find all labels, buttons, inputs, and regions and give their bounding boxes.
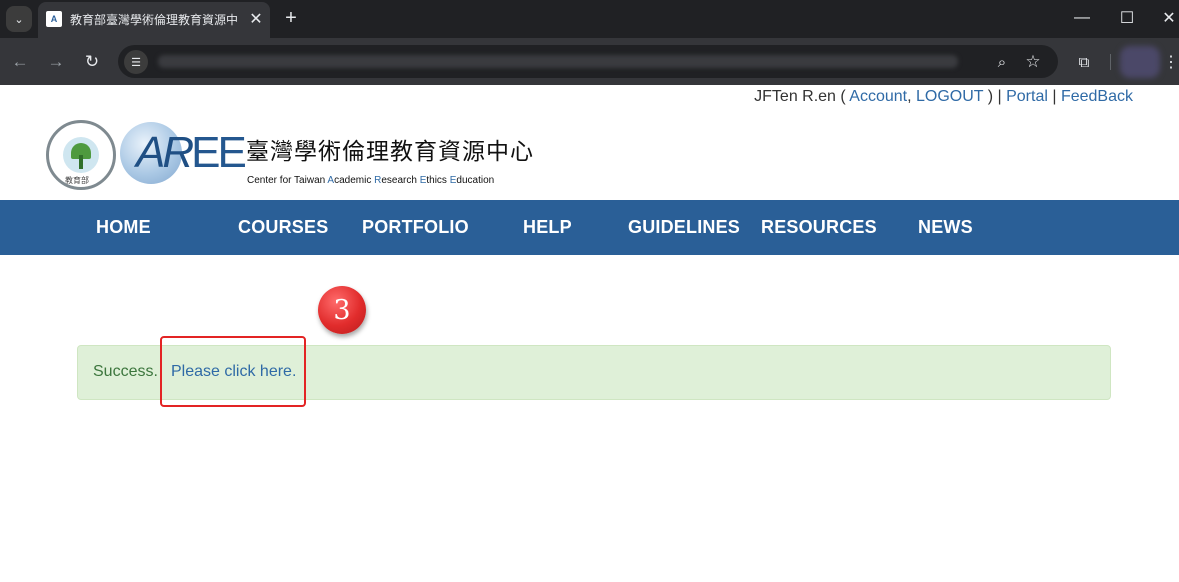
account-link[interactable]: Account (849, 88, 907, 105)
feedback-link[interactable]: FeedBack (1061, 88, 1133, 105)
tab-search-button[interactable]: ⌄ (6, 6, 32, 32)
browser-menu-icon[interactable]: ⋮ (1163, 50, 1179, 74)
new-tab-button[interactable]: + (280, 6, 302, 30)
url-text-blurred (158, 55, 958, 68)
close-tab-icon[interactable]: ✕ (246, 9, 266, 29)
nav-resources[interactable]: RESOURCES (761, 200, 877, 255)
user-links-bar: JFTen R.en ( Account, LOGOUT ) | Portal … (754, 88, 1133, 105)
favicon-icon: A (46, 11, 62, 27)
back-button[interactable]: ← (8, 50, 32, 74)
site-name-english: Center for Taiwan Academic Research Ethi… (247, 175, 495, 186)
site-info-icon[interactable]: ☰ (124, 50, 148, 74)
nav-courses[interactable]: COURSES (238, 200, 328, 255)
logout-link[interactable]: LOGOUT (916, 88, 983, 105)
ministry-of-education-seal-icon: 教育部 (46, 120, 116, 190)
main-navbar: HOME COURSES PORTFOLIO HELP GUIDELINES R… (0, 200, 1179, 255)
success-message: Success. (93, 363, 158, 380)
site-logo[interactable]: 教育部 AREE 臺灣學術倫理教育資源中心 Center for Taiwan … (46, 118, 533, 192)
extensions-icon[interactable]: ⧉ (1072, 50, 1096, 74)
username-text: JFTen R.en (754, 88, 836, 105)
minimize-button[interactable]: — (1068, 6, 1096, 30)
window-close-button[interactable]: ✕ (1159, 6, 1179, 30)
address-bar[interactable]: ☰ ⌕ ☆ (118, 45, 1058, 78)
maximize-button[interactable]: ☐ (1113, 6, 1141, 30)
nav-help[interactable]: HELP (523, 200, 572, 255)
browser-tab-bar: ⌄ A 教育部臺灣學術倫理教育資源中心 ✕ + — ☐ ✕ (0, 0, 1179, 38)
portal-link[interactable]: Portal (1006, 88, 1048, 105)
toolbar-divider (1110, 54, 1111, 70)
nav-portfolio[interactable]: PORTFOLIO (362, 200, 469, 255)
site-name-chinese: 臺灣學術倫理教育資源中心 (246, 139, 534, 165)
tab-title: 教育部臺灣學術倫理教育資源中心 (70, 13, 238, 27)
annotation-highlight-box (160, 336, 306, 407)
step-number-badge: 3 (318, 286, 366, 334)
nav-guidelines[interactable]: GUIDELINES (628, 200, 740, 255)
web-page: JFTen R.en ( Account, LOGOUT ) | Portal … (0, 85, 1179, 582)
reload-button[interactable]: ↻ (80, 50, 104, 74)
nav-home[interactable]: HOME (96, 200, 151, 255)
browser-toolbar: ← → ↻ ☰ ⌕ ☆ ⧉ ⋮ (0, 38, 1179, 85)
profile-avatar[interactable] (1120, 46, 1160, 78)
browser-tab[interactable]: A 教育部臺灣學術倫理教育資源中心 ✕ (38, 2, 270, 38)
forward-button[interactable]: → (44, 50, 68, 74)
bookmark-star-icon[interactable]: ☆ (1021, 50, 1045, 74)
aree-logo-mark: AREE (136, 128, 247, 177)
nav-news[interactable]: NEWS (918, 200, 973, 255)
zoom-icon[interactable]: ⌕ (990, 50, 1014, 74)
